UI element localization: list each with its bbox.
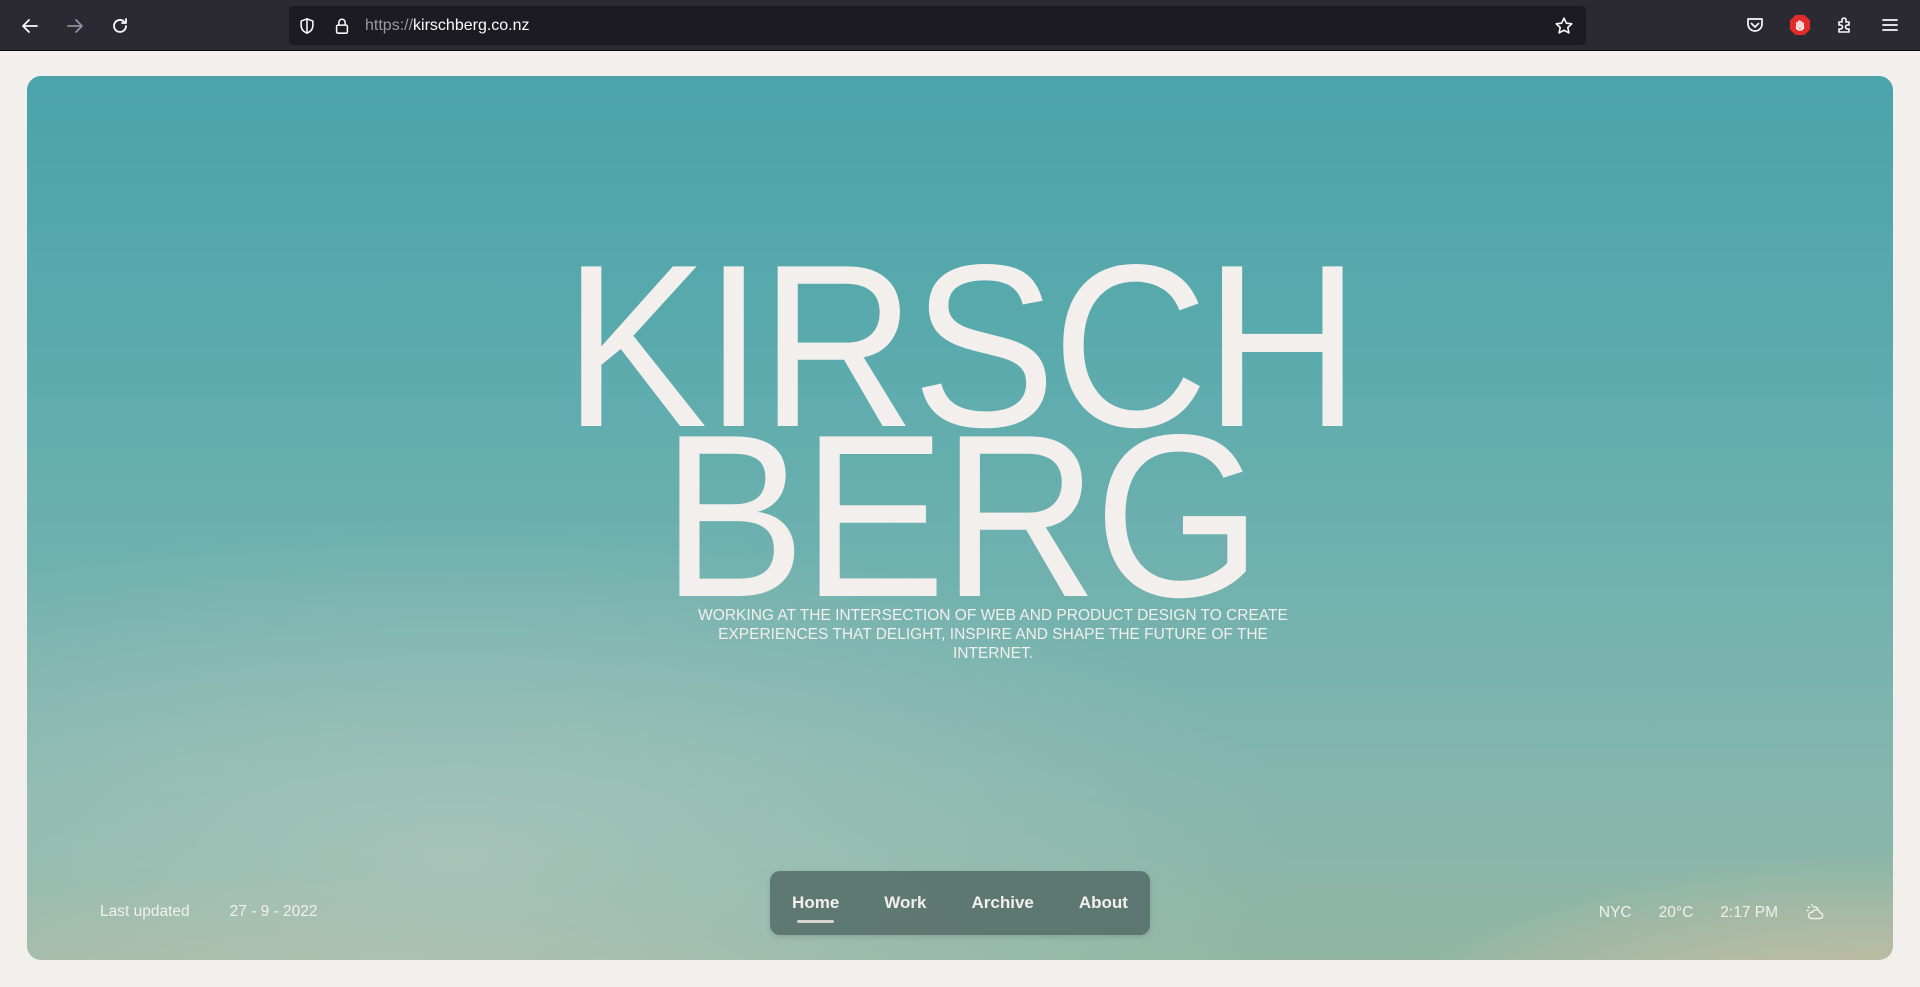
nav-archive[interactable]: Archive — [971, 893, 1033, 913]
arrow-left-icon — [22, 19, 38, 33]
reload-icon — [113, 18, 127, 33]
location-city: NYC — [1598, 904, 1632, 921]
partly-cloudy-icon — [1806, 904, 1824, 920]
arrow-right-icon — [67, 19, 83, 33]
pocket-icon — [1747, 18, 1763, 32]
hero-section: KIRSCH BERG WORKING AT THE INTERSECTION … — [27, 76, 1893, 960]
back-button[interactable] — [15, 11, 45, 41]
last-updated-date: 27 - 9 - 2022 — [229, 903, 318, 920]
status-info: NYC 20°C 2:17 PM — [1599, 903, 1825, 923]
app-menu-button[interactable] — [1878, 13, 1902, 37]
extensions-button[interactable] — [1833, 13, 1857, 37]
lock-icon[interactable] — [332, 16, 352, 36]
star-icon[interactable] — [1554, 16, 1574, 36]
main-nav: Home Work Archive About — [770, 871, 1150, 935]
extension-stop-button[interactable] — [1788, 13, 1812, 37]
shield-icon[interactable] — [297, 16, 317, 36]
nav-home[interactable]: Home — [792, 893, 839, 923]
reload-button[interactable] — [105, 11, 135, 41]
browser-toolbar: https://kirschberg.co.nz — [0, 0, 1920, 51]
hamburger-menu-icon — [1882, 19, 1898, 31]
url-protocol: https:// — [365, 17, 414, 34]
temperature: 20°C — [1658, 904, 1694, 921]
hero-tagline: WORKING AT THE INTERSECTION OF WEB AND P… — [698, 607, 1288, 662]
pocket-button[interactable] — [1743, 13, 1767, 37]
last-updated: Last updated 27 - 9 - 2022 — [100, 903, 318, 921]
forward-button[interactable] — [60, 11, 90, 41]
hero-title-line-2: BERG — [661, 387, 1262, 646]
url-host: kirschberg.co.nz — [413, 17, 530, 34]
nav-work[interactable]: Work — [884, 893, 926, 913]
nav-about[interactable]: About — [1079, 893, 1128, 913]
puzzle-icon — [1838, 17, 1850, 33]
url-bar[interactable]: https://kirschberg.co.nz — [289, 6, 1586, 45]
local-time: 2:17 PM — [1720, 904, 1778, 921]
url-text[interactable]: https://kirschberg.co.nz — [365, 17, 530, 35]
last-updated-label: Last updated — [100, 903, 190, 920]
stop-hand-icon — [1790, 15, 1810, 35]
